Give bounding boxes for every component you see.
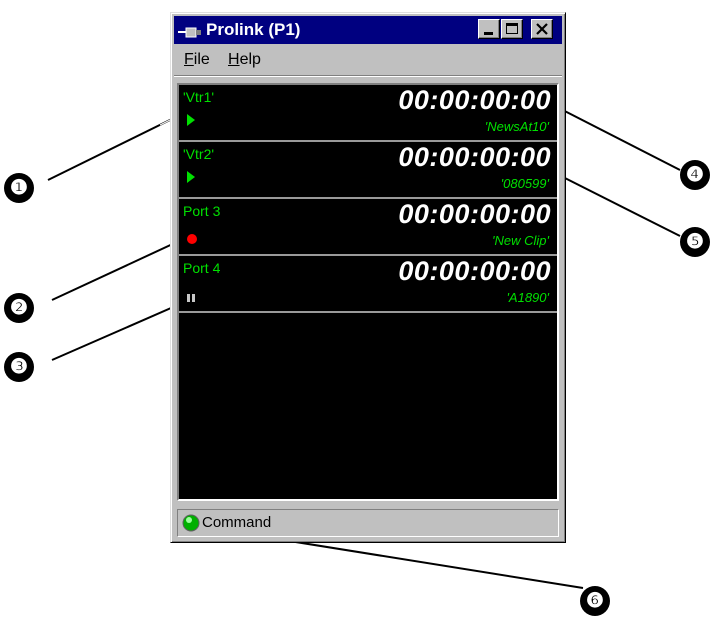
timecode: 00:00:00:00 xyxy=(398,85,551,115)
pause-icon xyxy=(187,289,196,307)
timecode: 00:00:00:00 xyxy=(398,256,551,286)
play-icon xyxy=(186,170,196,188)
callout-2: ❷ xyxy=(4,293,34,323)
timecode: 00:00:00:00 xyxy=(398,199,551,229)
callout-3: ❸ xyxy=(4,352,34,382)
port-row[interactable]: Port 3 00:00:00:00 'New Clip' xyxy=(179,199,557,256)
port-row[interactable]: Port 4 00:00:00:00 'A1890' xyxy=(179,256,557,313)
callout-4: ❹ xyxy=(680,160,710,190)
port-name: Port 3 xyxy=(183,203,221,219)
status-led-icon xyxy=(182,514,200,537)
port-name: Port 4 xyxy=(183,260,221,276)
menu-help-rest: elp xyxy=(239,51,261,68)
window-title: Prolink (P1) xyxy=(206,20,301,39)
minimize-button[interactable] xyxy=(478,19,500,39)
status-bar: Command xyxy=(177,509,559,537)
callout-1: ❶ xyxy=(4,173,34,203)
clip-name: '080599' xyxy=(500,176,549,191)
clip-name: 'New Clip' xyxy=(492,233,549,248)
menu-divider xyxy=(174,75,562,77)
menu-bar: File Help xyxy=(174,47,562,73)
menu-help-accel: H xyxy=(228,51,240,68)
maximize-button[interactable] xyxy=(501,19,523,39)
title-bar[interactable]: Prolink (P1) xyxy=(174,16,562,44)
clip-name: 'NewsAt10' xyxy=(484,119,549,134)
port-list-panel: 'Vtr1' 00:00:00:00 'NewsAt10' 'Vtr2' 00:… xyxy=(177,83,559,501)
port-name: 'Vtr1' xyxy=(183,89,215,105)
menu-file[interactable]: File xyxy=(184,51,210,69)
close-button[interactable] xyxy=(531,19,553,39)
port-row[interactable]: 'Vtr1' 00:00:00:00 'NewsAt10' xyxy=(179,85,557,142)
record-icon xyxy=(187,231,197,249)
connector-icon xyxy=(178,25,206,38)
menu-file-rest: ile xyxy=(193,51,210,68)
play-icon xyxy=(186,113,196,131)
menu-file-accel: F xyxy=(184,51,194,68)
menu-help[interactable]: Help xyxy=(228,51,261,69)
timecode: 00:00:00:00 xyxy=(398,142,551,172)
callout-6: ❻ xyxy=(580,586,610,616)
callout-5: ❺ xyxy=(680,227,710,257)
port-row[interactable]: 'Vtr2' 00:00:00:00 '080599' xyxy=(179,142,557,199)
prolink-window: Prolink (P1) File Help 'Vtr1' 00:00:00:0… xyxy=(170,12,566,543)
status-text: Command xyxy=(202,514,272,531)
close-icon xyxy=(536,23,548,35)
port-name: 'Vtr2' xyxy=(183,146,215,162)
clip-name: 'A1890' xyxy=(506,290,549,305)
